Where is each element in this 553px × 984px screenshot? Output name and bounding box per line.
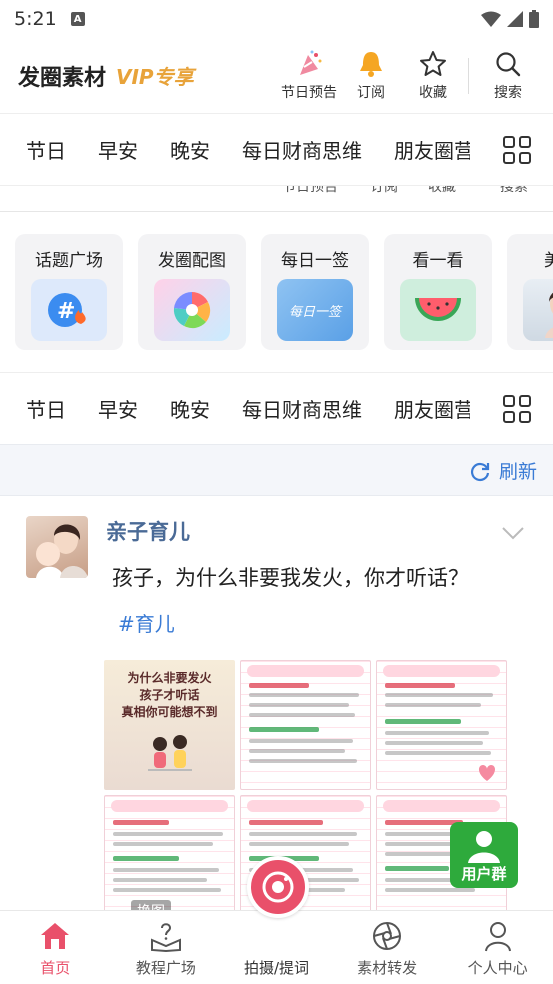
subscribe-label: 订阅	[357, 85, 385, 101]
category-tabs: 节日 早安 晚安 每日财商思维 朋友圈营	[0, 372, 553, 444]
search-button[interactable]: 搜索	[477, 48, 539, 102]
bottom-nav: 首页 教程广场 拍摄/提词 素材转发 个人中心	[0, 910, 553, 984]
star-icon	[420, 51, 446, 76]
status-bar: 5:21 A	[0, 0, 553, 38]
refresh-icon	[470, 462, 490, 481]
festival-preview-label: 节日预告	[281, 85, 337, 101]
nav-material-forward[interactable]: 素材转发	[332, 911, 443, 984]
beauty-portrait-icon	[523, 279, 553, 341]
search-icon	[496, 52, 521, 77]
look-card[interactable]: 看一看	[384, 234, 492, 350]
wifi-icon	[481, 11, 501, 27]
watermelon-icon	[400, 279, 476, 341]
ghost-festival-label: 节日预告	[282, 186, 338, 195]
refresh-label: 刷新	[498, 461, 537, 483]
topic-square-card[interactable]: 话题广场 #	[15, 234, 123, 350]
post-text: 孩子，为什么非要我发火，你才听话？	[112, 566, 469, 590]
post-image-3[interactable]	[376, 660, 507, 790]
user-group-label: 用户群	[461, 865, 507, 883]
aperture-icon	[154, 279, 230, 341]
tab-morning[interactable]: 早安	[98, 394, 138, 423]
tab-morning[interactable]: 早安	[98, 135, 138, 164]
nav-shoot-prompt-label: 拍摄/提词	[243, 959, 310, 977]
user-icon	[484, 922, 511, 952]
tab-moments-marketing[interactable]: 朋友圈营	[394, 135, 470, 164]
nav-tutorials-label: 教程广场	[135, 959, 196, 977]
nav-home[interactable]: 首页	[0, 911, 111, 984]
scrolled-header-remnant: 节日预告 订阅 收藏 搜索	[0, 186, 553, 212]
ghost-subscribe-label: 订阅	[370, 186, 398, 195]
tab-night[interactable]: 晚安	[170, 135, 210, 164]
app-title: 发圈素材	[18, 65, 107, 91]
tab-moments-marketing[interactable]: 朋友圈营	[394, 394, 470, 423]
tab-finance-thinking[interactable]: 每日财商思维	[242, 394, 362, 423]
svg-text:#: #	[57, 299, 75, 324]
post-tag[interactable]: #育儿	[118, 608, 175, 637]
user-group-icon	[468, 831, 500, 863]
daily-sign-card[interactable]: 每日一签 每日一签	[261, 234, 369, 350]
bell-icon	[360, 52, 382, 77]
ghost-search-label: 搜索	[500, 186, 528, 195]
header-actions: 节日预告 订阅 收藏 搜索	[278, 48, 539, 102]
avatar[interactable]	[26, 516, 88, 578]
tab-festival[interactable]: 节日	[26, 135, 66, 164]
nav-home-label: 首页	[40, 959, 71, 977]
camera-button[interactable]	[247, 856, 309, 918]
feature-cards: 话题广场 # 发圈配图 每日一签 每日一签 看一看 美	[0, 230, 553, 354]
ghost-favorites-label: 收藏	[428, 186, 456, 195]
home-icon	[41, 923, 70, 949]
status-time: 5:21	[14, 8, 57, 30]
search-label: 搜索	[494, 85, 522, 101]
header-divider	[468, 58, 469, 94]
nav-profile-label: 个人中心	[467, 959, 528, 977]
festival-icon	[300, 50, 322, 75]
notification-icon: A	[70, 12, 85, 26]
nav-material-forward-label: 素材转发	[357, 959, 418, 977]
nav-tutorials[interactable]: 教程广场	[111, 911, 222, 984]
post-image-1[interactable]: 为什么非要发火 孩子才听话 真相你可能想不到	[104, 660, 235, 790]
festival-preview-button[interactable]: 节日预告	[278, 48, 340, 102]
tab-finance-thinking[interactable]: 每日财商思维	[242, 135, 362, 164]
nav-shoot-prompt[interactable]: 拍摄/提词	[221, 911, 332, 984]
subscribe-button[interactable]: 订阅	[340, 48, 402, 102]
favorites-label: 收藏	[419, 85, 447, 101]
post-author[interactable]: 亲子育儿	[106, 516, 190, 546]
aperture-icon	[373, 922, 402, 950]
category-tabs-sticky: 节日 早安 晚安 每日财商思维 朋友圈营	[0, 114, 553, 186]
post-image-4[interactable]: 换图	[104, 795, 235, 925]
beauty-card[interactable]: 美业	[507, 234, 553, 350]
favorites-button[interactable]: 收藏	[402, 48, 464, 102]
look-label: 看一看	[412, 251, 464, 271]
camera-icon	[262, 871, 294, 903]
daily-sign-icon: 每日一签	[277, 279, 353, 341]
app-header: 发圈素材 VIP专享 节日预告 订阅 收藏 搜索	[0, 38, 553, 114]
status-icons	[481, 10, 539, 28]
tutorial-icon	[150, 923, 181, 952]
post-image-cover-text: 为什么非要发火 孩子才听话 真相你可能想不到	[121, 671, 218, 719]
post-image-card[interactable]: 发圈配图	[138, 234, 246, 350]
hashtag-fire-icon: #	[31, 279, 107, 341]
daily-sign-label: 每日一签	[281, 251, 349, 271]
refresh-button[interactable]: 刷新	[469, 457, 537, 484]
tab-festival[interactable]: 节日	[26, 394, 66, 423]
signal-icon	[507, 11, 523, 27]
user-group-button[interactable]: 用户群	[450, 822, 518, 888]
nav-profile[interactable]: 个人中心	[442, 911, 553, 984]
category-grid-icon[interactable]	[503, 395, 531, 423]
post-image-2[interactable]	[240, 660, 371, 790]
daily-sign-icon-text: 每日一签	[288, 304, 341, 320]
vip-badge[interactable]: VIP专享	[116, 61, 194, 90]
beauty-label: 美业	[544, 251, 553, 271]
category-grid-icon[interactable]	[503, 136, 531, 164]
battery-icon	[529, 10, 539, 28]
post-image-label: 发圈配图	[158, 251, 226, 271]
tab-night[interactable]: 晚安	[170, 394, 210, 423]
refresh-bar: 刷新	[0, 444, 553, 496]
chevron-down-icon[interactable]	[501, 526, 525, 540]
topic-square-label: 话题广场	[35, 251, 103, 271]
